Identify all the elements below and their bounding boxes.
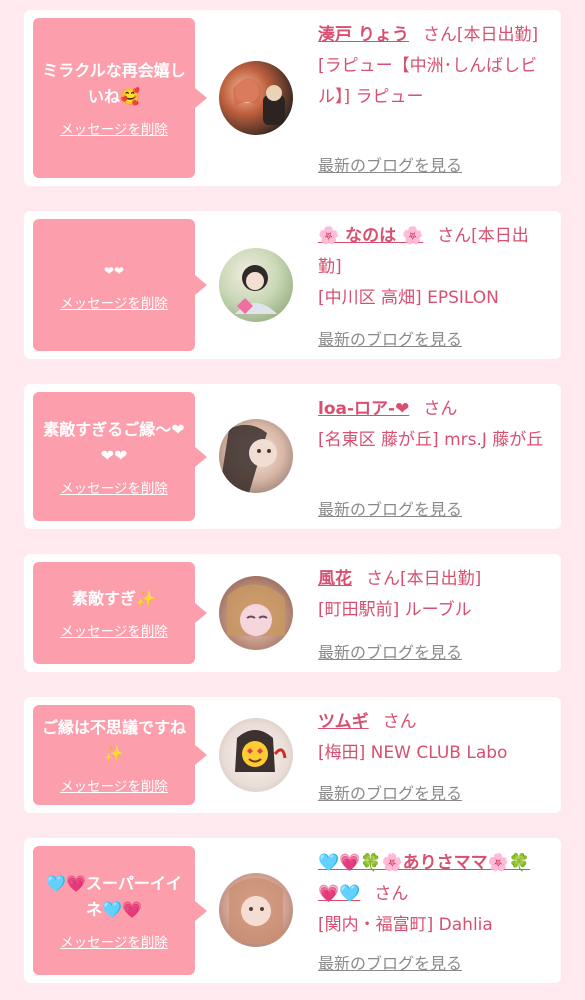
message-card: ミラクルな再会嬉しいね🥰 メッセージを削除 湊戸 りょう さん[本日出勤] [ラピ… bbox=[24, 10, 561, 186]
latest-blog-link[interactable]: 最新のブログを見る bbox=[318, 950, 462, 974]
message-bubble: 素敵すぎ✨ メッセージを削除 bbox=[33, 562, 207, 664]
message-bubble: 素敵すぎるご縁〜❤❤❤ メッセージを削除 bbox=[33, 392, 207, 521]
message-text: 素敵すぎるご縁〜❤❤❤ bbox=[43, 419, 185, 465]
cast-info: loa-ロア-❤ さん [名東区 藤が丘] mrs.J 藤が丘 bbox=[318, 394, 547, 456]
message-text: 素敵すぎ✨ bbox=[72, 589, 156, 608]
shop-info: [中川区 高畑] EPSILON bbox=[318, 288, 499, 308]
message-bubble: 🩵💗スーパーイイネ🩵💗 メッセージを削除 bbox=[33, 846, 207, 975]
message-bubble: ❤❤ メッセージを削除 bbox=[33, 219, 207, 351]
delete-message-link[interactable]: メッセージを削除 bbox=[60, 931, 168, 951]
work-status: [本日出勤] bbox=[400, 569, 482, 589]
cast-name-link[interactable]: loa-ロア-❤ bbox=[318, 399, 409, 419]
message-card: ❤❤ メッセージを削除 🌸 なのは 🌸 さん[本日出勤] [中川区 高畑] EPS… bbox=[24, 211, 561, 359]
latest-blog-link[interactable]: 最新のブログを見る bbox=[318, 326, 462, 350]
cast-info: 湊戸 りょう さん[本日出勤] [ラピュー【中洲･しんばしビル】] ラピュー bbox=[318, 20, 547, 113]
message-text: ご縁は不思議ですね✨ bbox=[41, 718, 186, 763]
latest-blog-link[interactable]: 最新のブログを見る bbox=[318, 496, 462, 520]
cast-name-link[interactable]: 🩵💗🍀🌸ありさママ🌸🍀💗🩵 bbox=[318, 853, 530, 904]
message-card: 素敵すぎるご縁〜❤❤❤ メッセージを削除 loa-ロア-❤ さん [名東区 藤が丘… bbox=[24, 384, 561, 529]
delete-message-link[interactable]: メッセージを削除 bbox=[60, 477, 168, 497]
avatar-photo-icon bbox=[233, 78, 285, 125]
latest-blog-link[interactable]: 最新のブログを見る bbox=[318, 780, 462, 804]
shop-info: [関内・福富町] Dahlia bbox=[318, 915, 493, 935]
cast-info: ツムギ さん [梅田] NEW CLUB Labo bbox=[318, 707, 547, 769]
avatar[interactable] bbox=[219, 718, 293, 792]
honorific: さん bbox=[422, 25, 457, 45]
cast-info: 🩵💗🍀🌸ありさママ🌸🍀💗🩵 さん [関内・福富町] Dahlia bbox=[318, 848, 547, 941]
delete-message-link[interactable]: メッセージを削除 bbox=[60, 118, 168, 138]
avatar-photo-icon bbox=[227, 584, 285, 636]
cast-name-link[interactable]: 🌸 なのは 🌸 bbox=[318, 226, 423, 246]
shop-info: [町田駅前] ルーブル bbox=[318, 600, 472, 620]
message-card: 素敵すぎ✨ メッセージを削除 風花 さん[本日出勤] [町田駅前] ルーブル 最新… bbox=[24, 554, 561, 672]
latest-blog-link[interactable]: 最新のブログを見る bbox=[318, 639, 462, 663]
message-bubble: ミラクルな再会嬉しいね🥰 メッセージを削除 bbox=[33, 18, 207, 178]
shop-info: [梅田] NEW CLUB Labo bbox=[318, 743, 508, 763]
cast-name-link[interactable]: 風花 bbox=[318, 569, 352, 589]
delete-message-link[interactable]: メッセージを削除 bbox=[60, 292, 168, 312]
avatar[interactable] bbox=[219, 61, 293, 135]
message-bubble: ご縁は不思議ですね✨ メッセージを削除 bbox=[33, 705, 207, 805]
shop-info: [名東区 藤が丘] mrs.J 藤が丘 bbox=[318, 430, 544, 450]
cast-name-link[interactable]: ツムギ bbox=[318, 712, 369, 732]
message-card: 🩵💗スーパーイイネ🩵💗 メッセージを削除 🩵💗🍀🌸ありさママ🌸🍀💗🩵 さん [関内… bbox=[24, 838, 561, 983]
avatar-photo-icon bbox=[229, 878, 283, 943]
honorific: さん bbox=[437, 226, 472, 246]
avatar[interactable] bbox=[219, 419, 293, 493]
honorific: さん bbox=[366, 569, 400, 589]
avatar-photo-icon bbox=[235, 265, 277, 314]
cast-info: 🌸 なのは 🌸 さん[本日出勤] [中川区 高畑] EPSILON bbox=[318, 221, 547, 314]
message-text: 🩵💗スーパーイイネ🩵💗 bbox=[46, 873, 182, 919]
work-status: [本日出勤] bbox=[456, 25, 539, 45]
honorific: さん bbox=[374, 884, 409, 904]
avatar[interactable] bbox=[219, 873, 293, 947]
honorific: さん bbox=[423, 399, 458, 419]
honorific: さん bbox=[382, 712, 417, 732]
delete-message-link[interactable]: メッセージを削除 bbox=[60, 775, 168, 795]
avatar[interactable] bbox=[219, 248, 293, 322]
message-text: ❤❤ bbox=[103, 264, 125, 278]
shop-info: [ラピュー【中洲･しんばしビル】] ラピュー bbox=[318, 56, 538, 107]
message-card: ご縁は不思議ですね✨ メッセージを削除 ツムギ さん [梅田] NEW CLUB … bbox=[24, 697, 561, 813]
avatar-photo-icon bbox=[235, 730, 287, 772]
latest-blog-link[interactable]: 最新のブログを見る bbox=[318, 152, 462, 176]
delete-message-link[interactable]: メッセージを削除 bbox=[60, 620, 168, 640]
cast-name-link[interactable]: 湊戸 りょう bbox=[318, 25, 409, 45]
cast-info: 風花 さん[本日出勤] [町田駅前] ルーブル bbox=[318, 564, 547, 626]
avatar[interactable] bbox=[219, 576, 293, 650]
avatar-photo-icon bbox=[219, 424, 277, 493]
message-text: ミラクルな再会嬉しいね🥰 bbox=[42, 61, 186, 106]
